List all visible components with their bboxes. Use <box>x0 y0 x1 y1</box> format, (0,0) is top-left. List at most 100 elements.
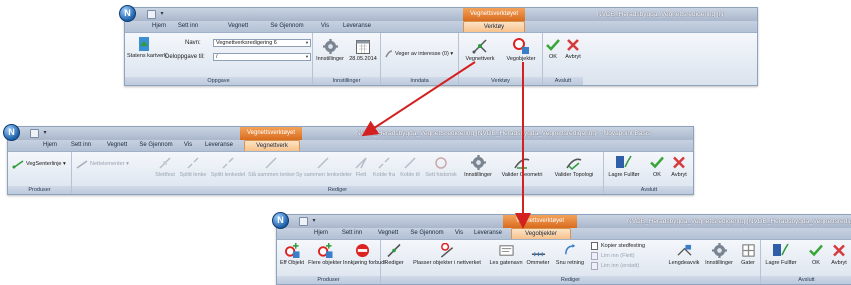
flere-objekter-button[interactable]: Flere objekter <box>307 243 343 266</box>
innstillinger-button[interactable]: Innstillinger <box>315 39 345 62</box>
road-object-icon <box>513 38 529 54</box>
statens-kartverk-button[interactable]: Statens kartverk <box>127 37 167 59</box>
place-object-icon <box>440 243 454 258</box>
lim-inn-flett-button[interactable]: Lim inn (Flett) <box>591 252 635 260</box>
tab-vegnett[interactable]: Vegnett <box>373 228 403 239</box>
sy-sammen-lenkedeler-label: Sy sammen lenkedeler <box>296 172 352 178</box>
home-icon[interactable] <box>30 129 39 138</box>
flere-objekter-label: Flere objekter <box>308 260 342 266</box>
koble-til-button[interactable]: Koble til <box>398 156 422 178</box>
snu-retning-button[interactable]: Snu retning <box>553 243 587 266</box>
tab-hjem[interactable]: Hjem <box>309 228 333 239</box>
gater-label: Gater <box>741 260 755 266</box>
qat-dropdown-icon[interactable]: ▾ <box>310 217 318 226</box>
tab-se-gjennom[interactable]: Se Gjennom <box>407 228 447 239</box>
ok-button[interactable]: OK <box>648 155 666 178</box>
lengdeavvik-button[interactable]: Lengdeavvik <box>667 243 701 266</box>
tab-vegnett[interactable]: Vegnett <box>223 21 253 32</box>
split-link-icon <box>187 157 199 169</box>
group-rediger: Rediger Plasser objekter i nettverket Le… <box>381 240 761 284</box>
lagre-fullfor-button[interactable]: Lagre Fullfør <box>606 155 642 178</box>
qat-dropdown-icon[interactable]: ▾ <box>41 129 49 138</box>
veger-av-interesse-button[interactable]: Veger av interesse (0) ▾ <box>385 50 453 58</box>
veger-label: Veger av interesse (0) <box>395 51 449 57</box>
avbryt-button[interactable]: Avbryt <box>563 38 583 60</box>
group-label-oppgave: Oppgave <box>125 77 312 85</box>
lagre-fullfor-button[interactable]: Lagre Fullfør <box>763 243 799 266</box>
koble-fra-button[interactable]: Koble fra <box>372 156 396 178</box>
vegsenterlinje-button[interactable]: VegSenterlinje ▾ <box>12 160 66 169</box>
tab-se-gjennom[interactable]: Se Gjennom <box>267 21 307 32</box>
remeasure-icon <box>531 252 545 257</box>
gater-button[interactable]: Gater <box>737 243 759 266</box>
vegnettverk-button[interactable]: Vegnettverk <box>461 38 499 62</box>
context-tab-label: Vegnettsverktøyet <box>240 127 302 140</box>
date-button[interactable]: 28.05.2014 <box>348 39 378 62</box>
application-orb[interactable]: N <box>272 212 289 229</box>
window-title: NVDB_Heradsbygda_Vegnettsredigering [NVD… <box>356 130 651 137</box>
innstillinger-button[interactable]: Innstillinger <box>701 243 737 266</box>
slettfest-button[interactable]: Slettfest <box>152 156 178 178</box>
application-orb[interactable]: N <box>119 5 136 22</box>
flett-button[interactable]: Flett <box>352 156 370 178</box>
innstillinger-label: Innstillinger <box>316 56 344 62</box>
innstillinger-button[interactable]: Innstillinger <box>460 155 496 178</box>
tab-vegobjekter[interactable]: Vegobjekter <box>511 228 571 239</box>
tab-sett-inn[interactable]: Sett inn <box>66 140 96 151</box>
ommeter-button[interactable]: Ommeter <box>525 243 551 266</box>
qat-dropdown-icon[interactable]: ▾ <box>158 10 166 19</box>
application-orb[interactable]: N <box>3 124 20 141</box>
chevron-down-icon[interactable]: ▼ <box>304 40 310 46</box>
lagre-label: Lagre Fullfør <box>608 172 640 178</box>
sett-historisk-button[interactable]: Sett historisk <box>424 156 458 178</box>
plasser-objekter-button[interactable]: Plasser objekter i nettverket <box>407 243 487 266</box>
valider-topologi-button[interactable]: Valider Topologi <box>548 155 600 178</box>
ok-button[interactable]: OK <box>545 38 561 60</box>
avbryt-button[interactable]: Avbryt <box>827 243 851 266</box>
lim-inn-erstatt-button[interactable]: Lim inn (erstatt) <box>591 262 639 270</box>
chevron-down-icon[interactable]: ▼ <box>304 54 310 60</box>
kopier-stedfesting-button[interactable]: Kopier stedfesting <box>591 242 645 250</box>
rediger-button[interactable]: Rediger <box>383 243 405 266</box>
valider-geometri-button[interactable]: Valider Geometri <box>498 155 546 178</box>
save-icon <box>773 243 789 256</box>
les-gatenavn-button[interactable]: Les gatenavn <box>489 243 523 266</box>
deloppgave-field[interactable]: / ▼ <box>213 53 311 61</box>
tab-leveranse[interactable]: Leveranse <box>202 140 236 151</box>
tab-vegnettverk[interactable]: Vegnettverk <box>244 140 300 151</box>
tab-hjem[interactable]: Hjem <box>147 21 171 32</box>
ok-button[interactable]: OK <box>807 243 825 266</box>
sy-sammen-lenkedeler-button[interactable]: Sy sammen lenkedeler <box>296 156 352 178</box>
tab-sett-inn[interactable]: Sett inn <box>337 228 367 239</box>
tab-verktoy[interactable]: Verktøy <box>463 21 525 32</box>
tab-vis[interactable]: Vis <box>317 21 333 32</box>
vegsenterlinje-label: VegSenterlinje <box>26 161 62 167</box>
nettelementer-button[interactable]: Nettelementer ▾ <box>76 160 129 169</box>
avbryt-button[interactable]: Avbryt <box>668 155 690 178</box>
group-produser: Eff Objekt Flere objekter Innkjøring for… <box>277 240 386 284</box>
history-icon <box>435 157 447 169</box>
tab-vegnett[interactable]: Vegnett <box>102 140 132 151</box>
tab-vis[interactable]: Vis <box>451 228 467 239</box>
innstillinger-label: Innstillinger <box>464 172 492 178</box>
innkjoring-forbudt-button[interactable]: Innkjøring forbudt <box>343 243 386 266</box>
sla-sammen-lenker-button[interactable]: Slå sammen lenker <box>248 156 295 178</box>
tab-hjem[interactable]: Hjem <box>38 140 62 151</box>
vegobjekter-button[interactable]: Vegobjekter <box>501 38 541 62</box>
tab-leveranse[interactable]: Leveranse <box>340 21 374 32</box>
merge-icon <box>355 157 367 169</box>
tab-se-gjennom[interactable]: Se Gjennom <box>136 140 176 151</box>
tab-vis[interactable]: Vis <box>180 140 196 151</box>
eff-objekt-button[interactable]: Eff Objekt <box>279 243 305 266</box>
ribbon: Statens kartverk Navn: Vegnettverksredig… <box>125 32 757 85</box>
splitt-lenkedel-button[interactable]: Splitt lenkedel <box>210 156 246 178</box>
plasser-label: Plasser objekter i nettverket <box>413 260 481 266</box>
home-icon[interactable] <box>147 10 156 19</box>
navn-field[interactable]: Vegnettverksredigering 6 ▼ <box>213 39 311 47</box>
lim-inn-flett-label: Lim inn (Flett) <box>601 253 635 259</box>
tab-leveranse[interactable]: Leveranse <box>471 228 505 239</box>
home-icon[interactable] <box>299 217 308 226</box>
splitt-lenke-button[interactable]: Splitt lenke <box>178 156 208 178</box>
group-verktoy: Vegnettverk Vegobjekter Verktøy <box>459 33 543 85</box>
tab-sett-inn[interactable]: Sett inn <box>173 21 203 32</box>
